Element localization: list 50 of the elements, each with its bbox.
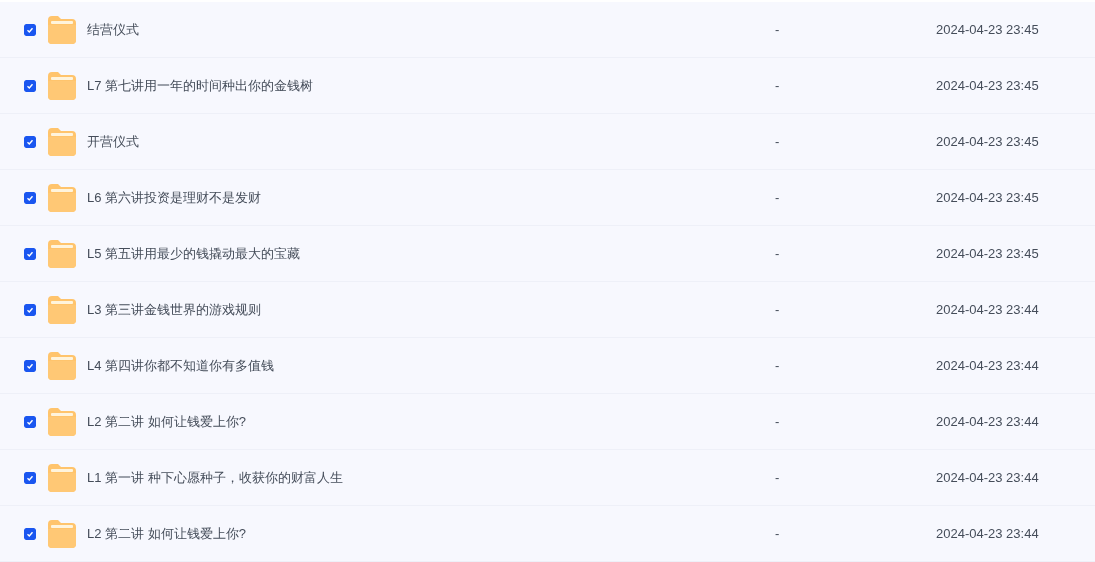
- modified-time: 2024-04-23 23:45: [936, 78, 1039, 93]
- checkbox[interactable]: [24, 303, 36, 316]
- checkbox[interactable]: [24, 135, 36, 148]
- folder-icon: [48, 295, 76, 324]
- checkbox[interactable]: [24, 359, 36, 372]
- modified-time: 2024-04-23 23:44: [936, 526, 1039, 541]
- file-size: -: [775, 358, 781, 373]
- file-name[interactable]: L3 第三讲金钱世界的游戏规则: [87, 300, 775, 319]
- file-name[interactable]: L7 第七讲用一年的时间种出你的金钱树: [87, 76, 775, 95]
- modified-time: 2024-04-23 23:44: [936, 302, 1039, 317]
- file-size: -: [775, 302, 781, 317]
- file-name[interactable]: L2 第二讲 如何让钱爱上你?: [87, 412, 775, 431]
- file-name[interactable]: L5 第五讲用最少的钱撬动最大的宝藏: [87, 244, 775, 263]
- file-name[interactable]: 结营仪式: [87, 20, 775, 39]
- folder-icon: [48, 71, 76, 100]
- file-size: -: [775, 470, 781, 485]
- checkbox[interactable]: [24, 79, 36, 92]
- file-size: -: [775, 134, 781, 149]
- folder-icon: [48, 351, 76, 380]
- checkbox[interactable]: [24, 247, 36, 260]
- checkbox[interactable]: [24, 415, 36, 428]
- file-size: -: [775, 414, 781, 429]
- file-name[interactable]: 开营仪式: [87, 132, 775, 151]
- folder-icon: [48, 239, 76, 268]
- modified-time: 2024-04-23 23:45: [936, 134, 1039, 149]
- folder-icon: [48, 463, 76, 492]
- checkbox[interactable]: [24, 191, 36, 204]
- modified-time: 2024-04-23 23:44: [936, 358, 1039, 373]
- modified-time: 2024-04-23 23:44: [936, 414, 1039, 429]
- modified-time: 2024-04-23 23:45: [936, 22, 1039, 37]
- file-size: -: [775, 22, 781, 37]
- folder-icon: [48, 127, 76, 156]
- file-name[interactable]: L2 第二讲 如何让钱爱上你?: [87, 524, 775, 543]
- file-size: -: [775, 190, 781, 205]
- file-size: -: [775, 526, 781, 541]
- folder-icon: [48, 407, 76, 436]
- folder-icon: [48, 519, 76, 548]
- folder-icon: [48, 183, 76, 212]
- checkbox[interactable]: [24, 527, 36, 540]
- folder-icon: [48, 15, 76, 44]
- file-size: -: [775, 78, 781, 93]
- file-name[interactable]: L6 第六讲投资是理财不是发财: [87, 188, 775, 207]
- file-size: -: [775, 246, 781, 261]
- file-name[interactable]: L4 第四讲你都不知道你有多值钱: [87, 356, 775, 375]
- file-name[interactable]: L1 第一讲 种下心愿种子，收获你的财富人生: [87, 468, 775, 487]
- checkbox[interactable]: [24, 471, 36, 484]
- modified-time: 2024-04-23 23:44: [936, 470, 1039, 485]
- checkbox[interactable]: [24, 23, 36, 36]
- modified-time: 2024-04-23 23:45: [936, 190, 1039, 205]
- modified-time: 2024-04-23 23:45: [936, 246, 1039, 261]
